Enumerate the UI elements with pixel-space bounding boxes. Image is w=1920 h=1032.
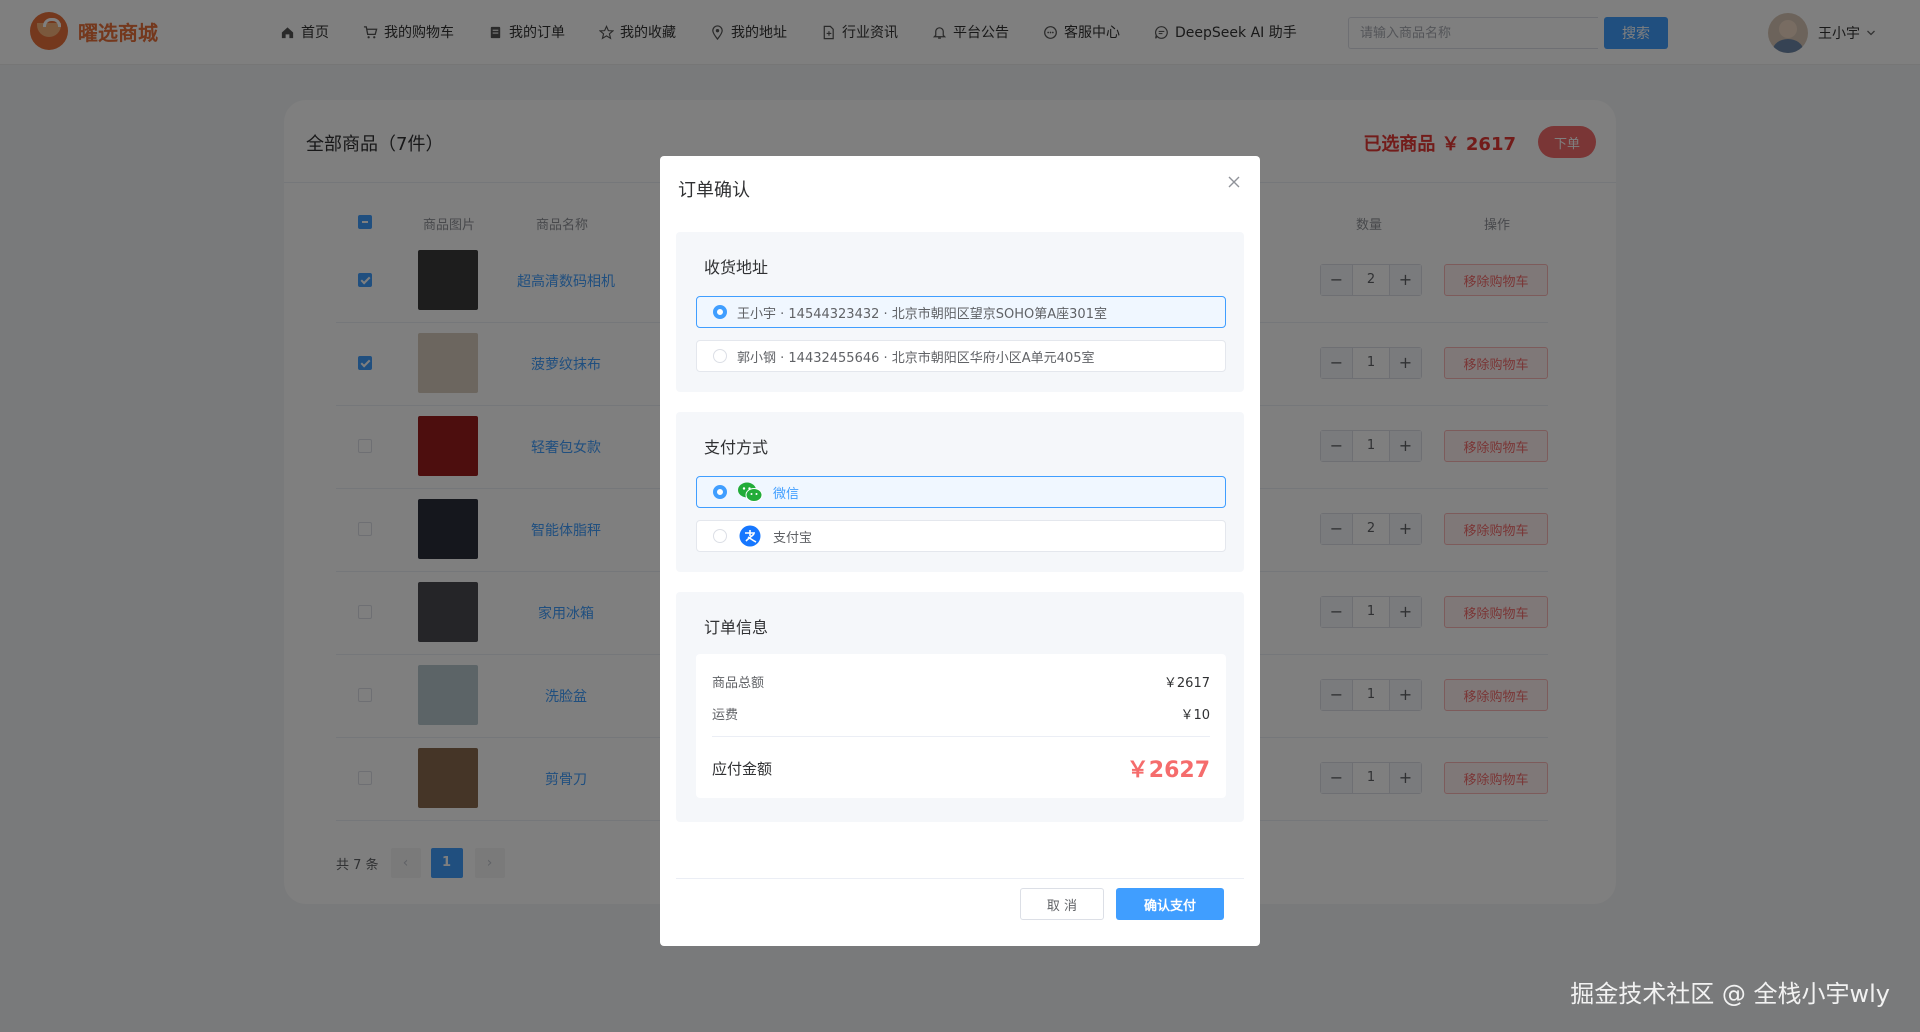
confirm-pay-button[interactable]: 确认支付: [1116, 888, 1224, 920]
info-divider: [712, 736, 1210, 737]
payment-radio-alipay[interactable]: [713, 529, 727, 543]
goods-total-value: ￥2617: [1163, 676, 1210, 691]
amount-due-value: ￥2627: [1126, 758, 1210, 783]
payment-option-alipay[interactable]: 支付宝: [696, 520, 1226, 552]
goods-total-row: 商品总额 ￥2617: [712, 672, 1210, 691]
payment-label-wechat: 微信: [773, 486, 800, 502]
address-option-1[interactable]: 王小宇 · 14544323432 · 北京市朝阳区望京SOHO第A座301室: [696, 296, 1226, 328]
address-section-title: 收货地址: [704, 258, 769, 277]
close-icon[interactable]: [1226, 174, 1242, 190]
address-section: 收货地址 王小宇 · 14544323432 · 北京市朝阳区望京SOHO第A座…: [676, 232, 1244, 392]
address-radio-1[interactable]: [713, 305, 727, 319]
watermark-text: 掘金技术社区 @ 全栈小宇wly: [1570, 980, 1890, 1008]
address-text-1: 王小宇 · 14544323432 · 北京市朝阳区望京SOHO第A座301室: [737, 306, 1107, 322]
order-info-section: 订单信息 商品总额 ￥2617 运费 ￥10 应付金额 ￥2627: [676, 592, 1244, 822]
payment-option-wechat[interactable]: 微信: [696, 476, 1226, 508]
shipping-value: ￥10: [1180, 708, 1210, 723]
payment-section-title: 支付方式: [704, 438, 769, 457]
dialog-title: 订单确认: [678, 180, 750, 201]
address-option-2[interactable]: 郭小钢 · 14432455646 · 北京市朝阳区华府小区A单元405室: [696, 340, 1226, 372]
shipping-row: 运费 ￥10: [712, 704, 1210, 723]
goods-total-label: 商品总额: [712, 676, 765, 691]
order-info-box: 商品总额 ￥2617 运费 ￥10 应付金额 ￥2627: [696, 654, 1226, 798]
order-info-section-title: 订单信息: [704, 618, 769, 637]
address-radio-2[interactable]: [713, 349, 727, 363]
order-confirm-dialog: 订单确认 收货地址 王小宇 · 14544323432 · 北京市朝阳区望京SO…: [660, 156, 1260, 946]
payment-radio-wechat[interactable]: [713, 485, 727, 499]
shipping-label: 运费: [712, 708, 739, 723]
cancel-button[interactable]: 取 消: [1020, 888, 1104, 920]
address-text-2: 郭小钢 · 14432455646 · 北京市朝阳区华府小区A单元405室: [737, 350, 1095, 366]
wechat-pay-icon: [738, 482, 763, 502]
alipay-icon: [739, 525, 761, 547]
amount-due-label: 应付金额: [712, 760, 773, 778]
payment-label-alipay: 支付宝: [773, 530, 813, 546]
dialog-footer-divider: [676, 878, 1244, 879]
payment-section: 支付方式 微信 支付宝: [676, 412, 1244, 572]
